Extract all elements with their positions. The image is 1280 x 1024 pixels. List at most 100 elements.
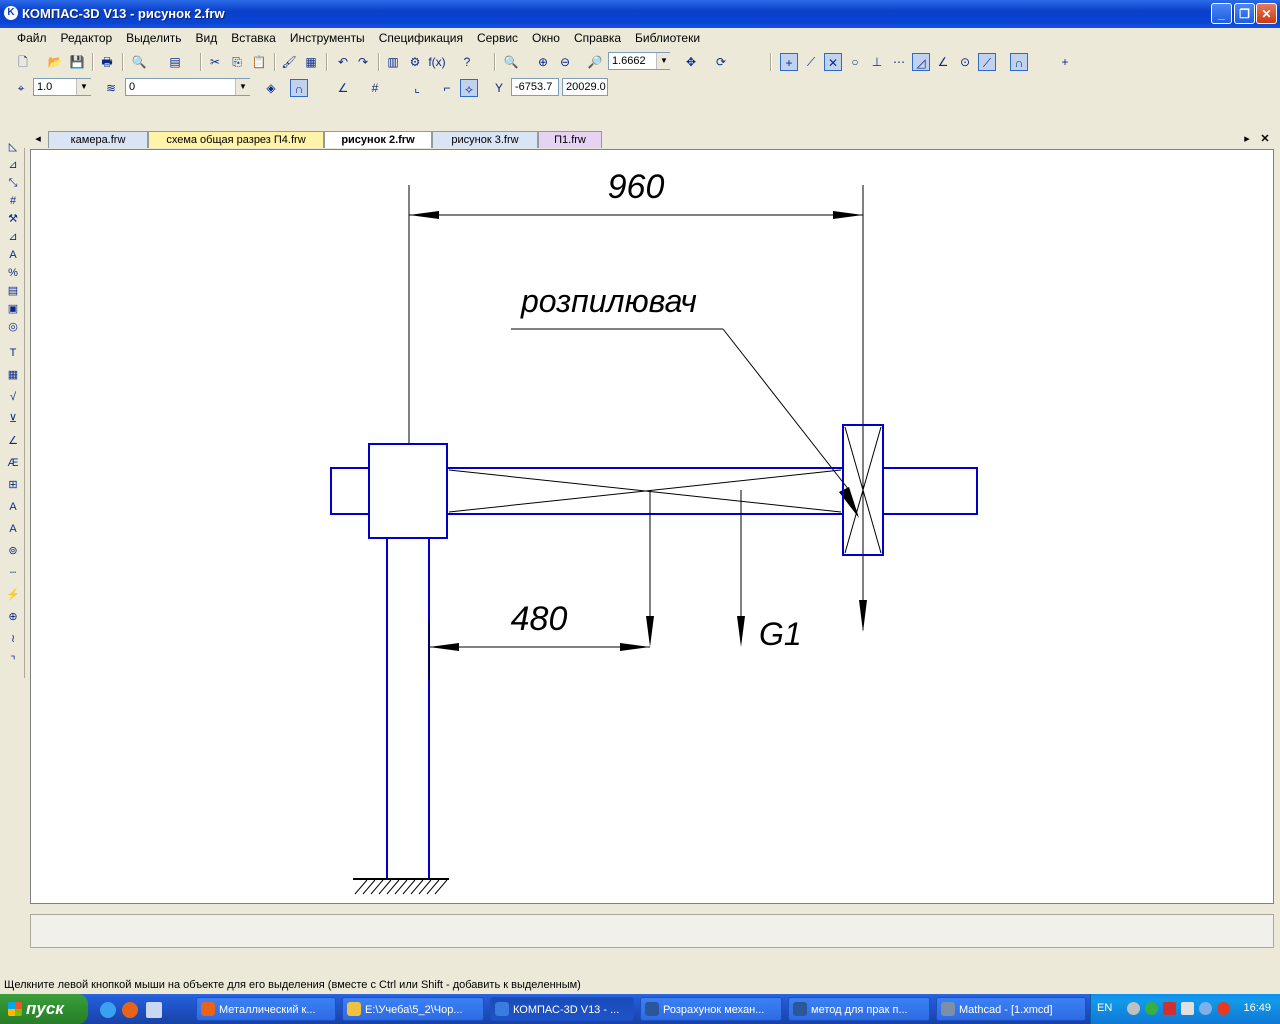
print-icon[interactable]: 🖶 [98, 53, 116, 71]
zoom-window-icon[interactable]: 🔍 [502, 53, 520, 71]
label-g1[interactable]: G1 [759, 616, 802, 652]
menu-view[interactable]: Вид [189, 28, 225, 46]
tray-search-icon[interactable] [1199, 1002, 1212, 1015]
designations-icon[interactable]: ⤡ [4, 174, 22, 192]
zoom-dropdown-icon[interactable]: ▼ [656, 53, 671, 69]
undo-icon[interactable]: ↶ [334, 53, 352, 71]
task-word-1[interactable]: Розрахунок механ... [640, 997, 782, 1021]
dimension-text-480[interactable]: 480 [511, 600, 568, 638]
open-folder-icon[interactable]: 📂 [46, 53, 64, 71]
center-mark-icon[interactable]: ⊕ [4, 608, 22, 626]
save-icon[interactable]: 💾 [68, 53, 86, 71]
tab-p1[interactable]: П1.frw [538, 131, 602, 148]
grid-icon[interactable]: # [366, 79, 384, 97]
layer-icon[interactable]: ≋ [102, 79, 120, 97]
tray-network-icon[interactable] [1145, 1002, 1158, 1015]
close-document-icon[interactable]: ✕ [1258, 131, 1272, 148]
cut-icon[interactable]: ✂ [206, 53, 224, 71]
edit-icon[interactable]: # [4, 192, 22, 210]
layers-icon[interactable]: ▥ [384, 53, 402, 71]
copy-icon[interactable]: ⎘ [228, 53, 246, 71]
redo-icon[interactable]: ↷ [354, 53, 372, 71]
task-kompas[interactable]: КОМПАС-3D V13 - ... [490, 997, 634, 1021]
leader-icon[interactable]: ∠ [4, 432, 22, 450]
menu-libraries[interactable]: Библиотеки [628, 28, 707, 46]
firefox-icon[interactable] [122, 1002, 138, 1018]
param-icon[interactable]: ⚒ [4, 210, 22, 228]
step-dropdown-icon[interactable]: ▼ [76, 79, 91, 95]
view-arrow-icon[interactable]: A [4, 520, 22, 538]
task-explorer[interactable]: E:\Учеба\5_2\Чор... [342, 997, 484, 1021]
structure[interactable] [330, 424, 978, 878]
tab-figure-2[interactable]: рисунок 2.frw [324, 131, 432, 148]
menu-select[interactable]: Выделить [119, 28, 188, 46]
text-icon[interactable]: T [4, 344, 22, 362]
drawing-canvas[interactable]: 960 розпилювач G1 480 [30, 149, 1274, 904]
variables-fx-icon[interactable]: f(x) [428, 53, 446, 71]
menu-help[interactable]: Справка [567, 28, 628, 46]
coord-x-field[interactable]: -6753.7 [511, 78, 559, 96]
minimize-button[interactable]: _ [1211, 3, 1232, 24]
snap-point-icon[interactable]: + [780, 53, 798, 71]
axis-line-icon[interactable]: ┄ [4, 564, 22, 582]
manager-icon[interactable]: ▦ [302, 53, 320, 71]
pan-icon[interactable]: ✥ [682, 53, 700, 71]
local-cs-origin-icon[interactable]: ⌞ [408, 79, 426, 97]
print-preview-icon[interactable]: 🔍 [130, 53, 148, 71]
snap-magnet-icon[interactable]: ∩ [290, 79, 308, 97]
snap-midpoint-icon[interactable]: ◿ [912, 53, 930, 71]
tray-flag-icon[interactable] [1163, 1002, 1176, 1015]
refresh-icon[interactable]: ⟳ [712, 53, 730, 71]
paste-icon[interactable]: 📋 [250, 53, 268, 71]
snap-along-icon[interactable]: ⟋ [978, 53, 996, 71]
tab-figure-3[interactable]: рисунок 3.frw [432, 131, 538, 148]
menu-specification[interactable]: Спецификация [372, 28, 470, 46]
spec-icon[interactable]: % [4, 264, 22, 282]
zoom-in-icon[interactable]: ⊕ [534, 53, 552, 71]
language-indicator[interactable]: EN [1097, 1002, 1112, 1014]
clock[interactable]: 16:49 [1243, 1002, 1271, 1014]
layer-properties-icon[interactable]: ◈ [262, 79, 280, 97]
library-manager-icon[interactable]: ⚙ [406, 53, 424, 71]
start-button[interactable]: пуск [0, 994, 88, 1024]
position-leader-icon[interactable]: Æ [4, 454, 22, 472]
table-icon[interactable]: ▦ [4, 366, 22, 384]
measure-icon[interactable]: ⊿ [4, 228, 22, 246]
dimension-text-960[interactable]: 960 [608, 168, 665, 206]
coord-y-field[interactable]: 20029.0 [562, 78, 608, 96]
menu-insert[interactable]: Вставка [224, 28, 283, 46]
tolerance-icon[interactable]: ⊞ [4, 476, 22, 494]
menu-file[interactable]: Файл [0, 28, 54, 46]
insert-icon[interactable]: ▣ [4, 300, 22, 318]
magnet-icon[interactable]: ∩ [1010, 53, 1028, 71]
snap-intersection-icon[interactable]: ✕ [824, 53, 842, 71]
break-icon[interactable]: ⚡ [4, 586, 22, 604]
hinge-block[interactable] [368, 443, 448, 539]
tabs-scroll-right-icon[interactable]: ▸ [1240, 131, 1254, 148]
new-file-icon[interactable]: 🗋 [14, 53, 32, 71]
tab-camera[interactable]: камера.frw [48, 131, 148, 148]
tabs-scroll-left-icon[interactable]: ◂ [30, 131, 46, 148]
roughness-icon[interactable]: √ [4, 388, 22, 406]
zoom-scale-icon[interactable]: 🔎 [586, 53, 604, 71]
menu-window[interactable]: Окно [525, 28, 567, 46]
layer-field[interactable]: 0 [125, 78, 250, 96]
base-icon[interactable]: ⊻ [4, 410, 22, 428]
snap-angle-icon[interactable]: ∠ [934, 53, 952, 71]
tray-alert-icon[interactable] [1217, 1002, 1230, 1015]
label-saw[interactable]: розпилювач [520, 283, 697, 319]
right-stub[interactable] [882, 467, 978, 515]
zoom-out-icon[interactable]: ⊖ [556, 53, 574, 71]
parametric-mode-icon[interactable]: ⟡ [460, 79, 478, 97]
menu-tools[interactable]: Инструменты [283, 28, 372, 46]
task-metal[interactable]: Металлический к... [196, 997, 336, 1021]
maximize-button[interactable]: ❐ [1234, 3, 1255, 24]
orthogonal-mode-icon[interactable]: ⌐ [438, 79, 456, 97]
show-desktop-icon[interactable] [146, 1002, 162, 1018]
dimensions-icon[interactable]: ⊿ [4, 156, 22, 174]
view-icon[interactable]: ◎ [4, 318, 22, 336]
wave-line-icon[interactable]: ≀ [4, 630, 22, 648]
report-icon[interactable]: ▤ [4, 282, 22, 300]
tray-back-icon[interactable] [1127, 1002, 1140, 1015]
local-cs-icon[interactable]: + [1056, 53, 1074, 71]
